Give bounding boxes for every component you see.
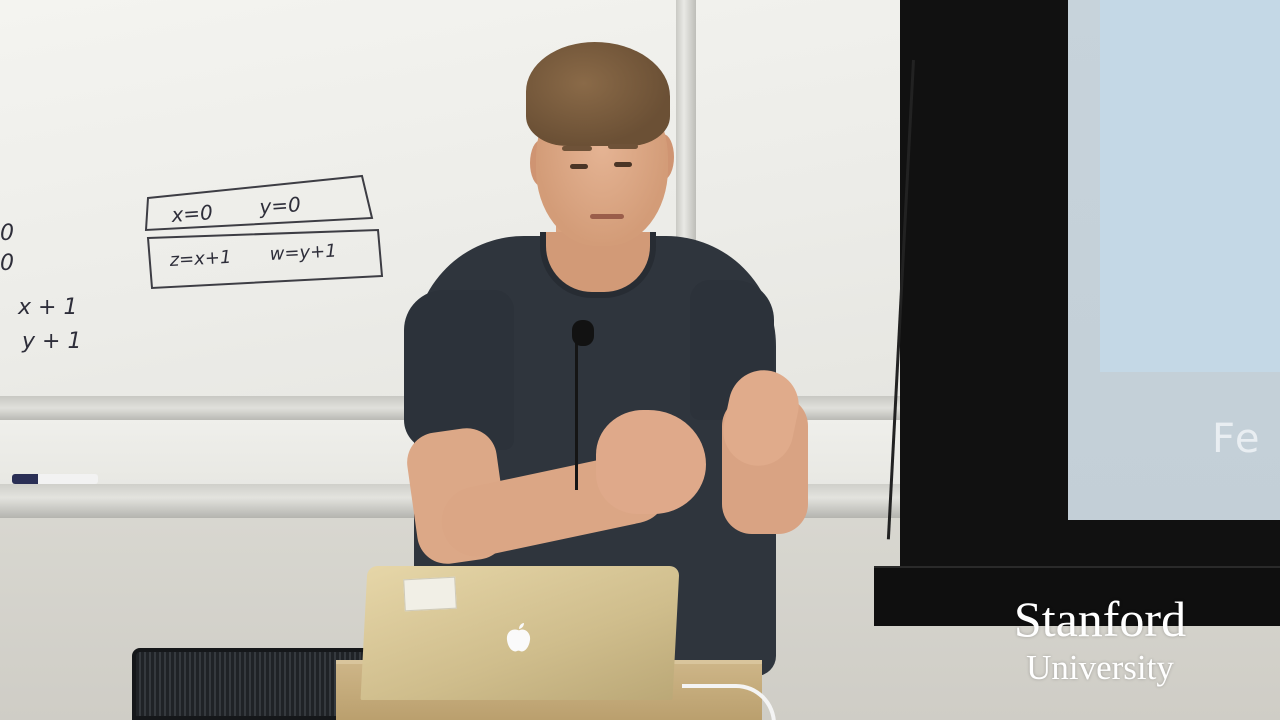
left-col-4: y + 1 — [21, 329, 81, 354]
box2-left-text: z=x+1 — [168, 247, 232, 271]
lecture-scene: x=0 y=0 z=x+1 w=y+1 0 0 x + 1 y + 1 Fe S… — [0, 0, 1280, 720]
left-col-3: x + 1 — [17, 295, 77, 320]
speaker-left-hand — [596, 410, 706, 514]
apple-logo-icon — [500, 620, 536, 661]
lapel-mic-wire — [575, 340, 578, 490]
speaker-mouth — [590, 214, 624, 219]
box2-right-text: w=y+1 — [269, 241, 337, 265]
speaker-right-brow — [608, 144, 638, 149]
logo-line-2: University — [1026, 648, 1174, 687]
box1-left-text: x=0 — [170, 200, 214, 227]
lapel-mic-icon — [572, 320, 594, 346]
left-col-2: 0 — [0, 251, 14, 276]
left-col-1: 0 — [0, 221, 14, 246]
apple-shape — [506, 623, 531, 652]
speaker-left-eye — [570, 164, 588, 169]
projected-slide-text: Fe — [1212, 416, 1262, 462]
speaker-right-eye — [614, 162, 632, 167]
logo-line-1: Stanford — [1013, 591, 1187, 647]
stanford-logo: Stanford University — [960, 590, 1240, 688]
box1-right-text: y=0 — [258, 192, 302, 219]
laptop-sticker — [403, 576, 457, 612]
speaker-hair — [526, 42, 670, 146]
dry-erase-marker — [12, 474, 98, 484]
projected-slide-panel — [1100, 0, 1280, 372]
speaker-left-brow — [562, 146, 592, 151]
whiteboard-handwriting: x=0 y=0 z=x+1 w=y+1 0 0 x + 1 y + 1 — [0, 174, 384, 354]
speaker-left-sleeve — [404, 290, 514, 450]
